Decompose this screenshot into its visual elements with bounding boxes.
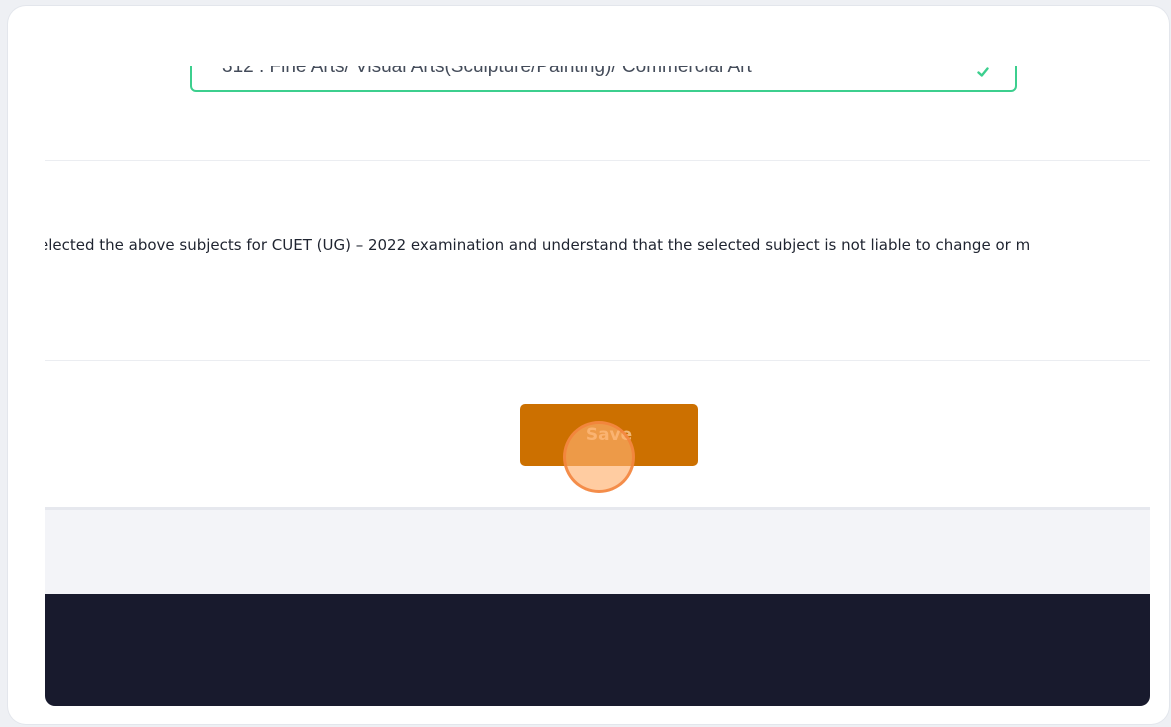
declaration-statement: elected the above subjects for CUET (UG)… bbox=[45, 236, 1150, 254]
page-background-band bbox=[45, 510, 1150, 594]
section-divider bbox=[45, 160, 1150, 161]
subject-select-value: 312 : Fine Arts/ Visual Arts(Sculpture/P… bbox=[222, 66, 752, 77]
declaration-text: elected the above subjects for CUET (UG)… bbox=[45, 236, 1031, 254]
browser-frame: 312 : Fine Arts/ Visual Arts(Sculpture/P… bbox=[8, 6, 1169, 724]
subject-select-dropdown[interactable]: 312 : Fine Arts/ Visual Arts(Sculpture/P… bbox=[190, 66, 1017, 92]
section-divider bbox=[45, 360, 1150, 361]
page-footer bbox=[45, 594, 1150, 706]
check-icon bbox=[977, 67, 989, 77]
save-button[interactable]: Save bbox=[520, 404, 698, 466]
page-viewport: 312 : Fine Arts/ Visual Arts(Sculpture/P… bbox=[45, 66, 1150, 706]
